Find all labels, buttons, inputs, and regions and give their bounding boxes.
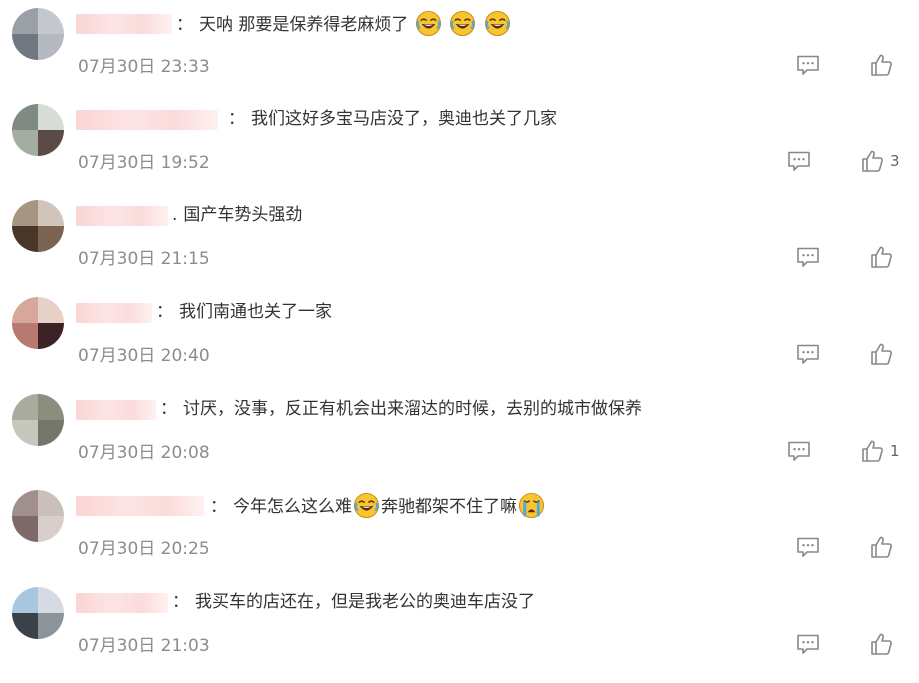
like-button[interactable] — [868, 244, 894, 270]
comment-text: ： 今年怎么这么难 奔驰都架不住了嘛 — [210, 492, 546, 520]
comment-text-part: 我们南通也关了一家 — [179, 302, 332, 322]
username-blurred[interactable] — [76, 496, 204, 516]
timestamp: 07月30日 19:52 — [78, 153, 210, 173]
crying-laughing-emoji-icon — [449, 10, 476, 37]
comment-text-part: 我们这好多宝马店没了，奥迪也关了几家 — [251, 109, 557, 129]
separator: ： — [160, 399, 177, 419]
avatar[interactable] — [12, 8, 64, 60]
comment-text-part: 讨厌，没事，反正有机会出来溜达的时候，去别的城市做保养 — [183, 399, 642, 419]
avatar[interactable] — [12, 297, 64, 349]
like-button[interactable] — [868, 631, 894, 657]
thumbs-up-icon — [868, 534, 894, 560]
comment-item: ： 讨厌，没事，反正有机会出来溜达的时候，去别的城市做保养 07月30日 20:0… — [0, 394, 919, 490]
comment-bubble-icon — [795, 341, 821, 367]
comment-item: . 国产车势头强劲 07月30日 21:15 — [0, 200, 919, 296]
comment-bubble-icon — [795, 631, 821, 657]
username-blurred[interactable] — [76, 110, 218, 130]
crying-laughing-emoji-icon — [353, 492, 380, 519]
comment-text-part: 今年怎么这么难 — [233, 497, 352, 517]
comment-text: ： 讨厌，没事，反正有机会出来溜达的时候，去别的城市做保养 — [160, 396, 642, 422]
separator: ： — [210, 497, 227, 517]
comment-text-part: 国产车势头强劲 — [183, 205, 303, 225]
timestamp: 07月30日 23:33 — [78, 57, 210, 77]
timestamp: 07月30日 21:15 — [78, 249, 210, 269]
timestamp: 07月30日 20:25 — [78, 539, 210, 559]
separator: ： — [228, 109, 245, 129]
comment-text: ： 我们南通也关了一家 — [156, 299, 332, 325]
reply-button[interactable] — [786, 148, 812, 174]
avatar[interactable] — [12, 200, 64, 252]
reply-button[interactable] — [786, 438, 812, 464]
like-button[interactable] — [868, 534, 894, 560]
like-count: 1 — [890, 442, 900, 460]
comment-bubble-icon — [795, 534, 821, 560]
avatar[interactable] — [12, 490, 64, 542]
comment-bubble-icon — [786, 438, 812, 464]
crying-laughing-emoji-icon — [484, 10, 511, 37]
thumbs-up-icon — [868, 631, 894, 657]
username-blurred[interactable] — [76, 14, 172, 34]
separator: ： — [172, 592, 189, 612]
comment-text: . 国产车势头强劲 — [172, 202, 302, 228]
reply-button[interactable] — [795, 341, 821, 367]
comment-item: ： 我买车的店还在，但是我老公的奥迪车店没了 07月30日 21:03 — [0, 587, 919, 683]
thumbs-up-icon — [868, 341, 894, 367]
thumbs-up-icon — [868, 52, 894, 78]
comment-text-part: 奔驰都架不住了嘛 — [381, 497, 517, 517]
comment-item: ： 今年怎么这么难 奔驰都架不住了嘛 07月30日 20:25 — [0, 490, 919, 586]
thumbs-up-icon — [859, 438, 885, 464]
reply-button[interactable] — [795, 52, 821, 78]
like-button[interactable] — [868, 52, 894, 78]
comment-item: ： 我们这好多宝马店没了，奥迪也关了几家 07月30日 19:52 3 — [0, 104, 919, 200]
like-button[interactable] — [859, 148, 885, 174]
comment-text: ： 我买车的店还在，但是我老公的奥迪车店没了 — [172, 589, 535, 615]
username-blurred[interactable] — [76, 593, 168, 613]
crying-laughing-emoji-icon — [415, 10, 442, 37]
comment-item: ： 我们南通也关了一家 07月30日 20:40 — [0, 297, 919, 393]
like-button[interactable] — [868, 341, 894, 367]
comment-text-part: 我买车的店还在，但是我老公的奥迪车店没了 — [195, 592, 535, 612]
avatar[interactable] — [12, 104, 64, 156]
comment-bubble-icon — [795, 52, 821, 78]
separator: ： — [176, 15, 193, 35]
comment-text: ： 我们这好多宝马店没了，奥迪也关了几家 — [228, 106, 557, 132]
avatar[interactable] — [12, 587, 64, 639]
comment-bubble-icon — [786, 148, 812, 174]
comment-text-part: 天呐 那要是保养得老麻烦了 — [199, 15, 409, 35]
reply-button[interactable] — [795, 534, 821, 560]
reply-button[interactable] — [795, 244, 821, 270]
reply-button[interactable] — [795, 631, 821, 657]
thumbs-up-icon — [859, 148, 885, 174]
comment-bubble-icon — [795, 244, 821, 270]
like-button[interactable] — [859, 438, 885, 464]
separator: ： — [156, 302, 173, 322]
thumbs-up-icon — [868, 244, 894, 270]
timestamp: 07月30日 20:08 — [78, 443, 210, 463]
comment-text: ： 天呐 那要是保养得老麻烦了 — [176, 10, 512, 38]
separator: . — [172, 205, 178, 225]
timestamp: 07月30日 21:03 — [78, 636, 210, 656]
username-blurred[interactable] — [76, 206, 168, 226]
crying-emoji-icon — [518, 492, 545, 519]
comment-item: ： 天呐 那要是保养得老麻烦了 07月30日 23:33 — [0, 8, 919, 104]
username-blurred[interactable] — [76, 303, 152, 323]
like-count: 3 — [890, 152, 900, 170]
avatar[interactable] — [12, 394, 64, 446]
username-blurred[interactable] — [76, 400, 156, 420]
timestamp: 07月30日 20:40 — [78, 346, 210, 366]
